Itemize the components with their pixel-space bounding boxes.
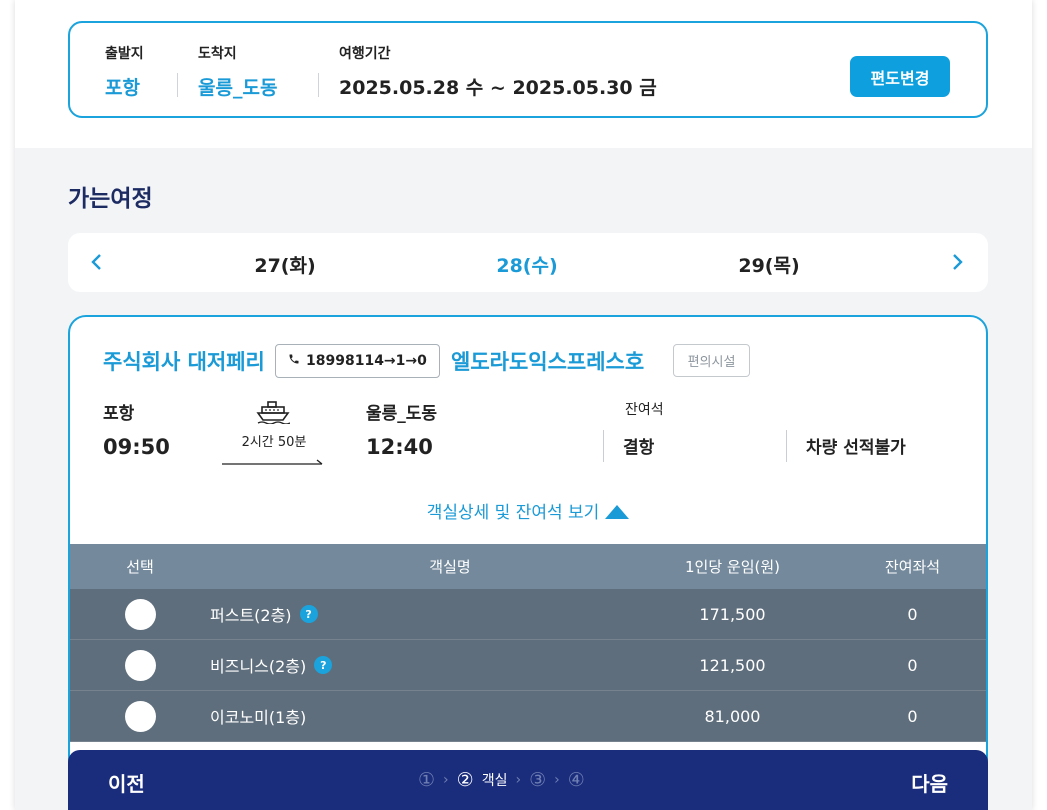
step-2-current: ② xyxy=(456,769,474,791)
period-block: 여행기간 2025.05.28 수 ~ 2025.05.30 금 xyxy=(339,43,657,100)
step-indicator: ① › ② 객실 › ③ › ④ xyxy=(418,769,585,791)
departure-label: 출발지 xyxy=(105,46,144,62)
arrival-label: 도착지 xyxy=(198,46,237,62)
origin-port: 포항 xyxy=(103,404,135,424)
phone-badge[interactable]: 18998114→1→0 xyxy=(275,344,440,378)
remaining-seats-label: 잔여석 xyxy=(625,402,664,418)
trip-summary: 출발지 포항 도착지 울릉_도동 여행기간 2025.05.28 수 ~ 202… xyxy=(68,21,988,118)
next-button[interactable]: 다음 xyxy=(911,768,948,797)
app-frame: 출발지 포항 도착지 울릉_도동 여행기간 2025.05.28 수 ~ 202… xyxy=(15,0,1032,810)
help-icon[interactable]: ? xyxy=(314,656,333,674)
bottom-nav-bar: 이전 ① › ② 객실 › ③ › ④ 다음 xyxy=(68,750,988,810)
header-name: 객실명 xyxy=(429,558,471,576)
table-header: 선택 객실명 1인당 운임(원) 잔여좌석 xyxy=(70,544,986,589)
cabin-price: 121,500 xyxy=(699,655,766,675)
cabin-detail-toggle-label: 객실상세 및 잔여석 보기 xyxy=(426,503,600,523)
table-row: 비즈니스(2층) ? 121,500 0 xyxy=(70,640,986,691)
departure-block: 출발지 포항 xyxy=(105,43,144,100)
one-way-change-button[interactable]: 편도변경 xyxy=(850,56,950,97)
date-tab[interactable]: 27(화) xyxy=(254,251,315,278)
header-seats: 잔여좌석 xyxy=(884,558,941,576)
arrow-icon xyxy=(222,451,324,465)
cabin-name: 이코노미(1층) xyxy=(210,708,307,727)
step-separator: › xyxy=(443,772,449,788)
header-select: 선택 xyxy=(126,558,154,576)
cabin-detail-toggle[interactable]: 객실상세 및 잔여석 보기 xyxy=(70,498,986,523)
arrival-time: 12:40 xyxy=(366,435,433,459)
divider xyxy=(603,430,604,462)
cabin-name: 퍼스트(2층) xyxy=(210,606,292,625)
cabin-table: 선택 객실명 1인당 운임(원) 잔여좌석 퍼스트(2층) ? 171,500 … xyxy=(70,544,986,742)
destination-port: 울릉_도동 xyxy=(366,404,438,424)
table-row: 이코노미(1층) 81,000 0 xyxy=(70,691,986,742)
cabin-radio[interactable] xyxy=(124,598,156,630)
cabin-price: 171,500 xyxy=(699,604,766,624)
arrival-block: 도착지 울릉_도동 xyxy=(198,43,277,100)
cabin-seats: 0 xyxy=(907,706,918,726)
period-label: 여행기간 xyxy=(339,46,391,62)
voyage-card: 주식회사 대저페리 18998114→1→0 엘도라도익스프레스호 편의시설 포… xyxy=(68,315,988,810)
table-row: 퍼스트(2층) ? 171,500 0 xyxy=(70,589,986,640)
section-title: 가는여정 xyxy=(68,186,153,212)
divider xyxy=(786,430,787,462)
help-icon[interactable]: ? xyxy=(299,605,318,623)
header-price: 1인당 운임(원) xyxy=(684,558,781,576)
cabin-radio[interactable] xyxy=(124,700,156,732)
passenger-status: 결항 xyxy=(623,438,655,458)
current-step-label: 객실 xyxy=(481,773,508,789)
step-separator: › xyxy=(515,772,522,788)
cabin-seats: 0 xyxy=(907,604,918,624)
step-4: ④ xyxy=(567,769,585,791)
date-tab-active[interactable]: 28(수) xyxy=(496,251,557,278)
triangle-up-icon xyxy=(605,505,630,519)
departure-time: 09:50 xyxy=(103,435,170,459)
phone-icon xyxy=(288,353,300,369)
prev-button[interactable]: 이전 xyxy=(108,768,145,797)
cabin-price: 81,000 xyxy=(704,706,761,726)
phone-number: 18998114→1→0 xyxy=(306,353,427,369)
chevron-left-icon[interactable] xyxy=(86,251,108,273)
ship-name: 엘도라도익스프레스호 xyxy=(451,350,645,374)
arrival-value: 울릉_도동 xyxy=(198,77,278,99)
departure-value: 포항 xyxy=(105,77,140,99)
chevron-right-icon[interactable] xyxy=(946,251,968,273)
ship-icon xyxy=(256,400,291,425)
company-name: 주식회사 대저페리 xyxy=(103,350,265,374)
cabin-seats: 0 xyxy=(907,655,918,675)
amenities-button[interactable]: 편의시설 xyxy=(673,344,750,377)
step-3: ③ xyxy=(529,769,547,791)
top-band: 출발지 포항 도착지 울릉_도동 여행기간 2025.05.28 수 ~ 202… xyxy=(15,0,1032,148)
travel-duration: 2시간 50분 xyxy=(241,435,307,450)
cabin-name: 비즈니스(2층) xyxy=(210,657,307,676)
period-value: 2025.05.28 수 ~ 2025.05.30 금 xyxy=(339,77,657,99)
step-separator: › xyxy=(554,772,560,788)
divider xyxy=(177,73,178,97)
divider xyxy=(318,73,319,97)
date-selector: 27(화) 28(수) 29(목) xyxy=(68,233,988,292)
step-1: ① xyxy=(418,769,436,791)
date-tab[interactable]: 29(목) xyxy=(738,251,799,278)
vehicle-status: 차량 선적불가 xyxy=(806,438,906,458)
cabin-radio[interactable] xyxy=(124,649,156,681)
